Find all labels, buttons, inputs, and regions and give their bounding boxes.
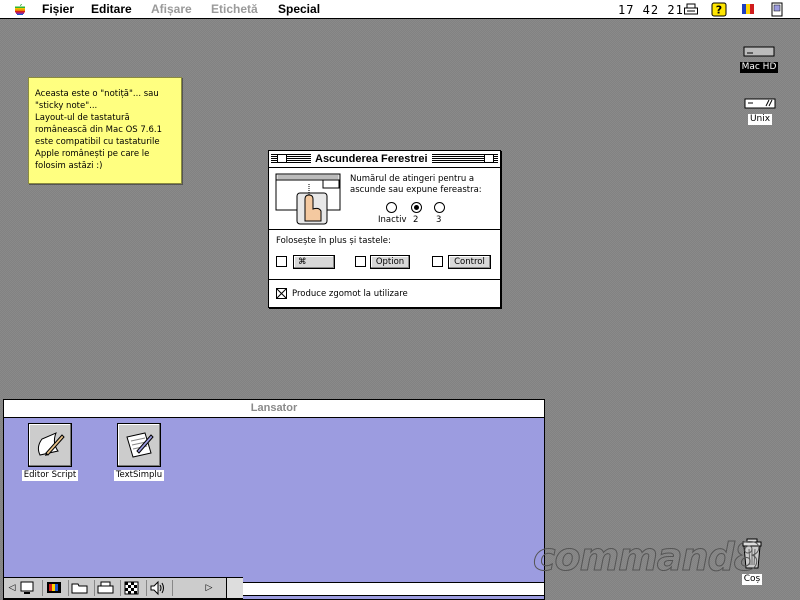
app-label: TextSimplu [113,470,165,481]
option-key-label: Option [375,257,405,267]
radio-inactive-label: Inactiv [378,215,407,225]
help-icon[interactable]: ? [711,2,727,17]
radio-two-label: 2 [413,215,419,225]
clicks-description: Numărul de atingeri pentru a ascunde sau… [350,174,482,196]
collapse-box[interactable] [484,154,494,163]
menu-bar: Fișier Editare Afișare Etichetă Special … [0,0,800,19]
svg-text:?: ? [716,4,722,17]
command-key-checkbox[interactable] [276,256,287,267]
sticky-note-line: "sticky note"... [35,101,98,111]
radio-three[interactable] [434,202,445,213]
menu-label[interactable]: Etichetă [211,2,258,16]
desktop-icon-unix[interactable]: Unix [740,98,780,125]
control-strip: ◁ ▷ [3,577,243,599]
printer-icon[interactable] [683,2,699,17]
description-line: Numărul de atingeri pentru a [350,174,475,184]
control-key-checkbox[interactable] [432,256,443,267]
menu-special[interactable]: Special [278,2,320,16]
modifiers-section: Folosește în plus și tastele: ⌘ Option C… [269,230,500,280]
launcher-title-bar[interactable]: Lansator [4,400,544,418]
radio-three-label: 3 [436,215,442,225]
pattern-icon[interactable] [122,580,147,596]
sticky-note-line: românească din Mac OS 7.6.1 [35,125,163,135]
option-key-checkbox[interactable] [355,256,366,267]
launcher-horizontal-scrollbar[interactable] [243,582,545,596]
window-title-bar[interactable]: Ascunderea Ferestrei [269,151,500,168]
color-depth-icon[interactable] [44,580,69,596]
clicks-section: Numărul de atingeri pentru a ascunde sau… [269,168,500,230]
monitor-icon[interactable] [18,580,43,596]
unix-volume-icon [744,98,776,109]
menu-view[interactable]: Afișare [151,2,192,16]
control-key-button[interactable]: Control [448,255,491,269]
option-key-button[interactable]: Option [370,255,410,269]
control-key-label: Control [454,257,485,267]
control-panel-window: Ascunderea Ferestrei Numărul de atingeri… [268,150,501,308]
apple-menu-icon[interactable] [14,3,26,15]
sound-volume-icon[interactable] [148,580,173,596]
printer-icon[interactable] [96,580,121,596]
menubar-clock[interactable]: 17 42 21 [618,3,684,17]
desktop-icon-label: Mac HD [739,62,779,73]
radio-two[interactable] [411,202,422,213]
strip-tab-handle[interactable] [226,578,243,598]
menu-file[interactable]: Fișier [42,2,74,16]
sticky-note-line: Layout-ul de tastatură [35,113,130,123]
checkmark-x-icon [277,289,286,298]
radio-inactive[interactable] [386,202,397,213]
window-title: Ascunderea Ferestrei [311,152,432,166]
desktop-icon-mac-hd[interactable]: Mac HD [736,46,782,73]
file-sharing-icon[interactable] [70,580,95,596]
launcher-window: Lansator Editor Script TextSimplu [3,399,545,600]
watermark: command8 [532,535,760,580]
hard-disk-icon [743,46,775,57]
app-label: Editor Script [21,470,79,481]
sticky-note-line: este compatibil cu tastaturile [35,137,160,147]
desktop-icon-label: Unix [747,114,773,125]
text-editor-icon [117,423,161,467]
description-line: ascunde sau expune fereastra: [350,185,482,195]
strip-scroll-right-icon[interactable]: ▷ [204,580,214,596]
launcher-app-textsimplu[interactable]: TextSimplu [104,423,174,481]
sticky-note-line: folosim astăzi :) [35,161,103,171]
launcher-app-editor-script[interactable]: Editor Script [17,423,83,481]
close-box[interactable] [277,154,287,163]
modifiers-label: Folosește în plus și tastele: [276,236,391,246]
script-editor-icon [28,423,72,467]
app-menu-icon[interactable] [769,2,785,17]
sticky-note-line: Aceasta este o "notiță"... sau [35,89,159,99]
romanian-flag-icon[interactable] [740,2,756,17]
strip-scroll-left-icon[interactable]: ◁ [7,580,17,596]
window-hand-illustration-icon [275,173,341,225]
sticky-note[interactable]: Aceasta este o "notiță"... sau "sticky n… [28,77,182,184]
command-key-label: ⌘ [298,257,307,267]
sound-label: Produce zgomot la utilizare [292,289,408,299]
launcher-title: Lansator [250,402,298,414]
menu-edit[interactable]: Editare [91,2,132,16]
launcher-body: Editor Script TextSimplu [4,418,544,599]
sound-checkbox[interactable] [276,288,287,299]
sticky-note-line: Apple românești pe care le [35,149,150,159]
command-key-button[interactable]: ⌘ [293,255,335,269]
